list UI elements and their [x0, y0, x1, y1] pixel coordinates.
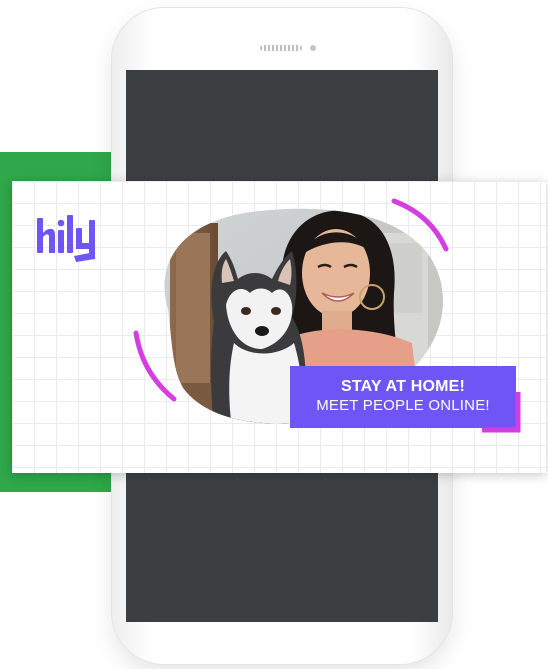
- hily-logo: hily: [37, 215, 95, 262]
- promo-scene: hily: [0, 0, 548, 669]
- promo-banner: hily: [12, 181, 546, 473]
- phone-camera: [310, 45, 316, 51]
- phone-speaker: [260, 45, 302, 51]
- badge-corner-accent: [482, 392, 521, 433]
